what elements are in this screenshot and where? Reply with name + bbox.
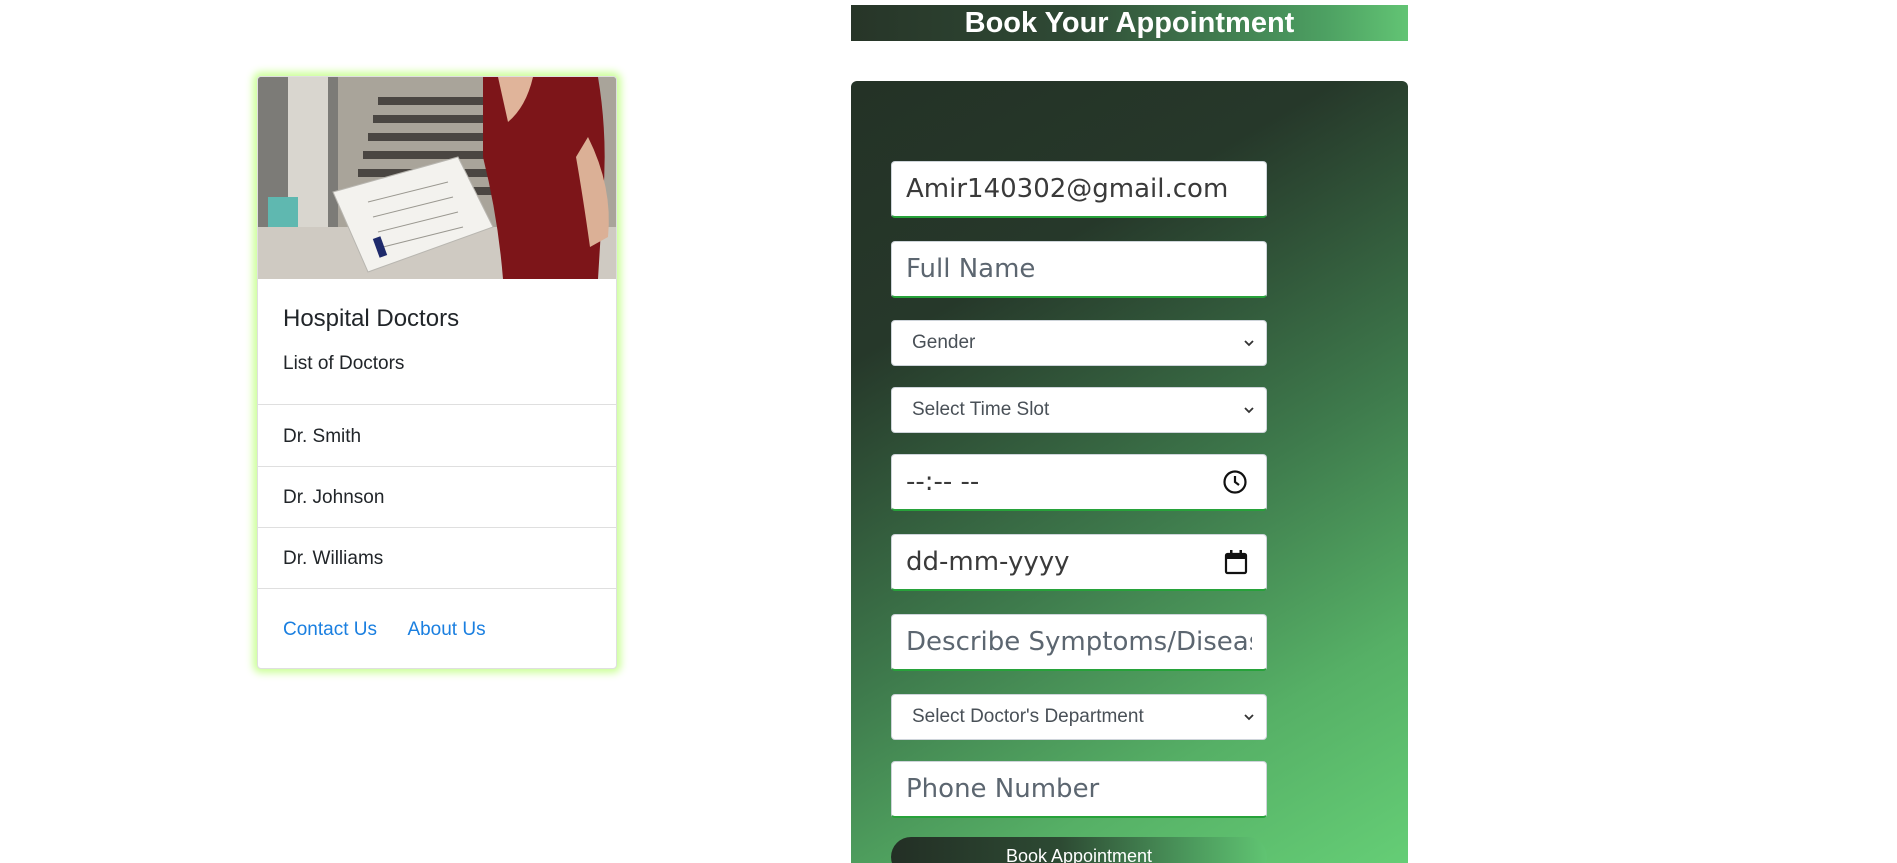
about-us-link[interactable]: About Us: [407, 619, 485, 640]
card-title: Hospital Doctors: [283, 305, 460, 332]
date-field-value: dd-mm-yyyy: [906, 547, 1070, 577]
time-slot-select-value: Select Time Slot: [912, 399, 1050, 420]
appointment-heading: Book Your Appointment: [851, 5, 1408, 41]
book-appointment-button[interactable]: Book Appointment: [891, 837, 1267, 863]
card-links: Contact Us About Us: [283, 619, 512, 649]
department-select[interactable]: Select Doctor's Department: [891, 694, 1267, 740]
card-body: Hospital Doctors List of Doctors: [258, 279, 616, 405]
gender-select[interactable]: Gender: [891, 320, 1267, 366]
doctors-card: Hospital Doctors List of Doctors Dr. Smi…: [257, 76, 617, 669]
department-select-value: Select Doctor's Department: [912, 706, 1144, 727]
card-subtitle: List of Doctors: [283, 353, 405, 374]
calendar-icon[interactable]: [1224, 549, 1248, 575]
card-image: [258, 77, 616, 279]
chevron-down-icon: [1244, 407, 1254, 414]
time-field[interactable]: --:-- --: [891, 454, 1267, 511]
clock-icon[interactable]: [1222, 469, 1248, 495]
gender-select-value: Gender: [912, 332, 976, 353]
chevron-down-icon: [1244, 714, 1254, 721]
email-field[interactable]: [891, 161, 1267, 218]
contact-us-link[interactable]: Contact Us: [283, 619, 377, 640]
date-field[interactable]: dd-mm-yyyy: [891, 534, 1267, 591]
chevron-down-icon: [1244, 340, 1254, 347]
doctor-list-item: Dr. Williams: [258, 528, 616, 589]
symptoms-field[interactable]: [891, 614, 1267, 671]
doctor-list-item: Dr. Johnson: [258, 467, 616, 528]
phone-field[interactable]: [891, 761, 1267, 818]
full-name-field[interactable]: [891, 241, 1267, 298]
appointment-form: Gender Select Time Slot --:-- -- dd-mm-y…: [851, 81, 1408, 863]
time-slot-select[interactable]: Select Time Slot: [891, 387, 1267, 433]
doctor-list-item: Dr. Smith: [258, 406, 616, 467]
time-field-value: --:-- --: [906, 467, 980, 497]
